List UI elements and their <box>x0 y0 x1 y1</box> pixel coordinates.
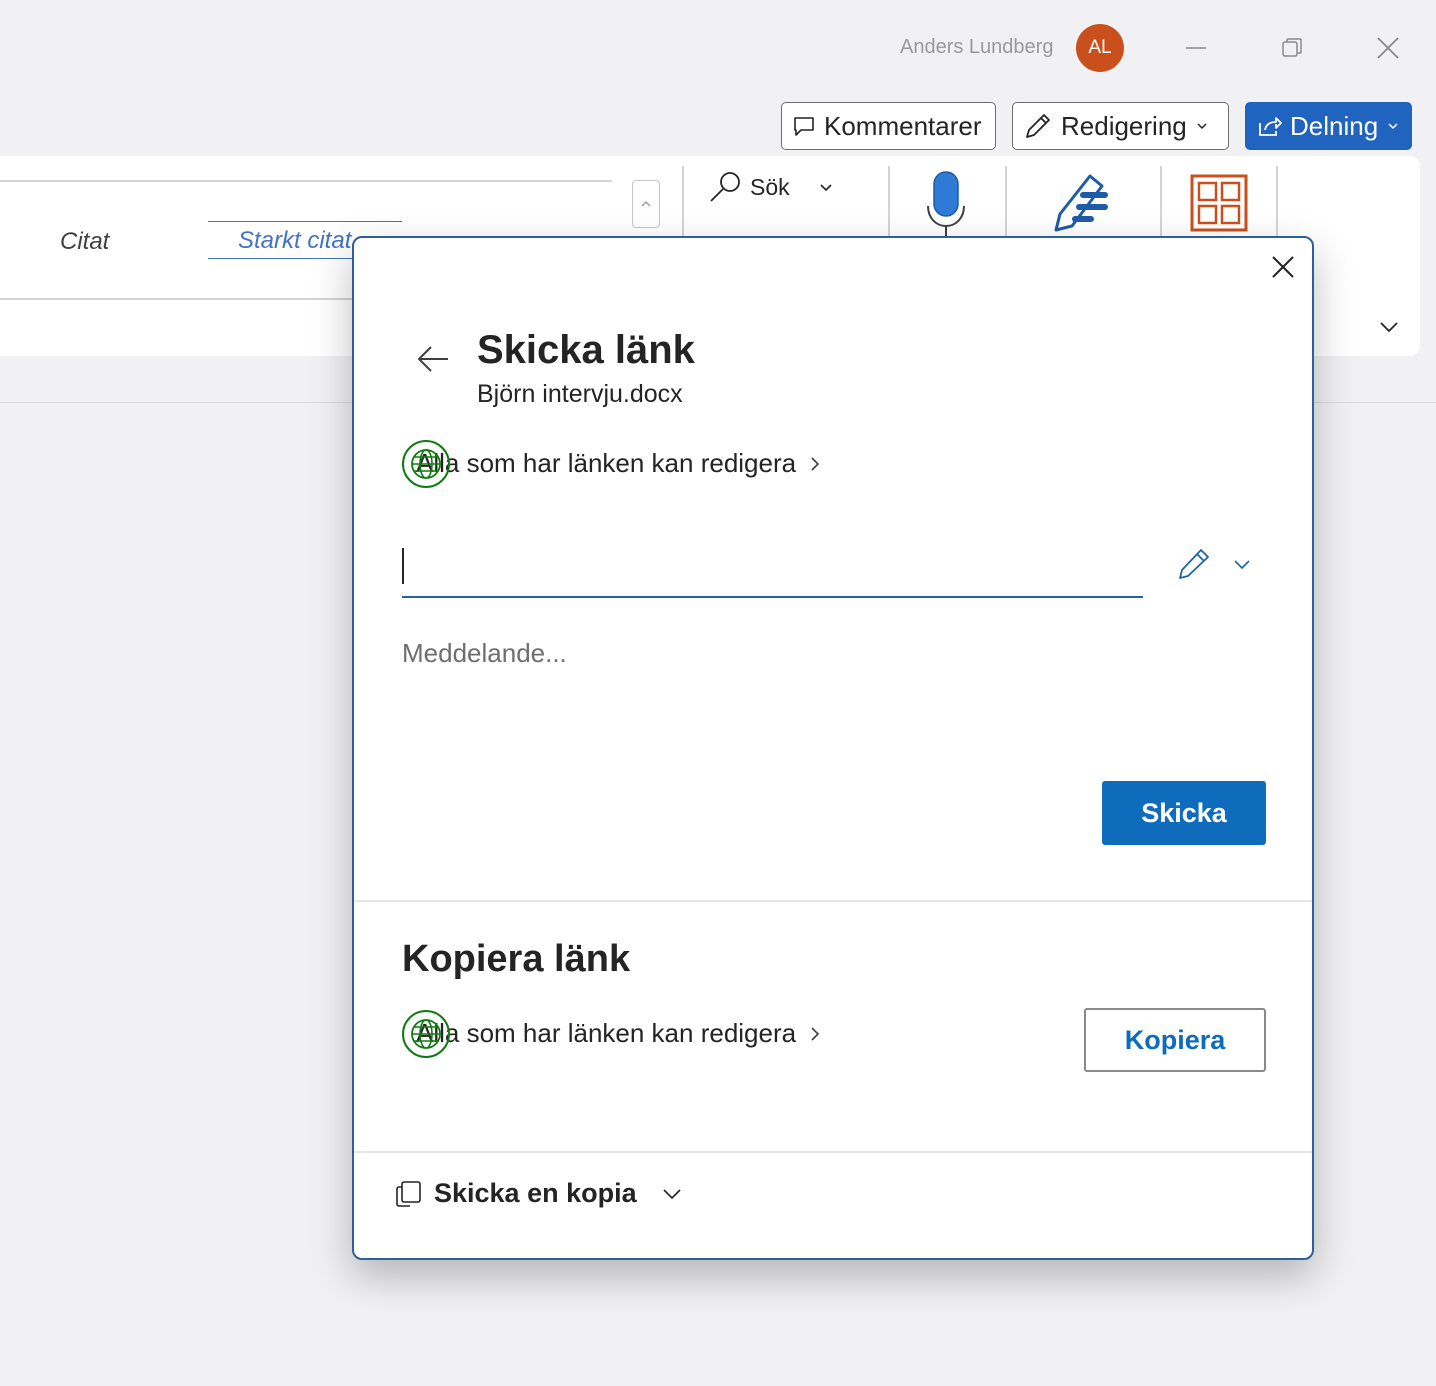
restore-icon <box>1282 38 1302 57</box>
ribbon-expand-button[interactable] <box>1378 316 1400 343</box>
addins-grid-icon <box>1190 174 1248 232</box>
ribbon-separator <box>1160 166 1162 236</box>
editing-mode-button[interactable]: Redigering <box>1012 102 1229 150</box>
globe-icon <box>402 439 450 488</box>
pencil-icon <box>1026 114 1050 138</box>
share-label: Delning <box>1290 110 1379 141</box>
send-copy-label: Skicka en kopia <box>434 1178 637 1208</box>
back-button[interactable] <box>416 342 450 381</box>
text-cursor <box>402 548 404 584</box>
share-dialog: Skicka länk Björn intervju.docx Alla som… <box>352 236 1314 1260</box>
dialog-close-button[interactable] <box>1266 250 1300 284</box>
ribbon-separator <box>1005 166 1007 236</box>
minimize-icon <box>1186 47 1206 49</box>
chevron-right-icon <box>811 456 820 471</box>
search-button[interactable]: Sök <box>708 170 834 204</box>
file-name: Björn intervju.docx <box>477 380 683 408</box>
link-permission-label: Alla som har länken kan redigera <box>416 448 797 478</box>
send-button[interactable]: Skicka <box>1102 781 1266 845</box>
addins-button[interactable] <box>1190 174 1248 237</box>
copy-link-title: Kopiera länk <box>402 938 631 980</box>
section-divider <box>354 1151 1312 1153</box>
share-button[interactable]: Delning <box>1245 102 1412 150</box>
close-icon <box>1377 37 1399 59</box>
microphone-icon <box>927 171 965 236</box>
chevron-right-icon <box>811 1026 820 1041</box>
comments-button[interactable]: Kommentarer <box>781 102 996 150</box>
editing-label: Redigering <box>1061 110 1187 141</box>
copy-button[interactable]: Kopiera <box>1084 1008 1266 1072</box>
pencil-icon <box>1179 549 1209 579</box>
recipients-input[interactable] <box>402 540 1143 598</box>
close-icon <box>1272 256 1294 278</box>
style-quote[interactable]: Citat <box>60 228 109 256</box>
chevron-down-icon <box>820 184 832 192</box>
copy-icon <box>396 1180 421 1207</box>
ribbon-separator <box>1276 166 1278 236</box>
copy-permission-label: Alla som har länken kan redigera <box>416 1018 797 1048</box>
gallery-scroll-up[interactable] <box>632 180 660 228</box>
chevron-down-icon <box>1380 322 1398 333</box>
dictate-button[interactable] <box>924 170 968 241</box>
window-close-button[interactable] <box>1368 28 1408 68</box>
gallery-border <box>0 180 612 182</box>
comment-icon <box>794 117 814 136</box>
share-icon <box>1259 117 1282 136</box>
chevron-down-icon <box>1234 560 1250 570</box>
search-icon <box>710 172 740 202</box>
ribbon-separator <box>682 166 684 236</box>
link-settings-button[interactable]: Alla som har länken kan redigera <box>402 439 822 488</box>
editor-pen-icon <box>1054 174 1108 232</box>
minimize-button[interactable] <box>1176 28 1216 68</box>
comments-label: Kommentarer <box>824 110 982 141</box>
recipient-permission-dropdown[interactable] <box>1176 546 1252 582</box>
send-copy-button[interactable]: Skicka en kopia <box>394 1178 683 1209</box>
user-name: Anders Lundberg <box>900 36 1054 58</box>
message-input[interactable] <box>402 638 1262 748</box>
ribbon-separator <box>888 166 890 236</box>
globe-icon <box>402 1009 450 1058</box>
chevron-up-icon <box>641 201 651 207</box>
dialog-title: Skicka länk <box>477 328 695 372</box>
section-divider <box>354 900 1312 902</box>
chevron-down-icon <box>1197 123 1207 130</box>
back-arrow-icon <box>418 346 448 372</box>
restore-button[interactable] <box>1272 28 1312 68</box>
copy-link-settings-button[interactable]: Alla som har länken kan redigera <box>402 1009 822 1058</box>
avatar[interactable]: AL <box>1076 24 1124 72</box>
search-label: Sök <box>750 173 790 200</box>
chevron-down-icon <box>1388 123 1398 130</box>
chevron-down-icon <box>663 1188 681 1199</box>
editor-button[interactable] <box>1050 170 1116 241</box>
